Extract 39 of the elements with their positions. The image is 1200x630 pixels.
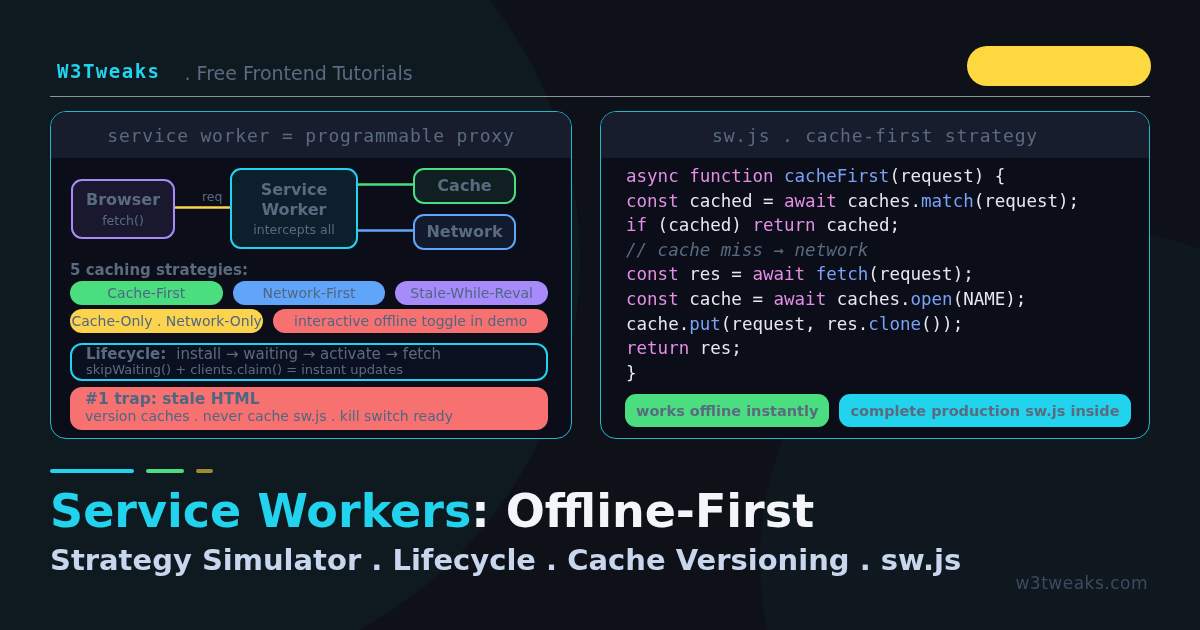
panel-title: service worker = programmable proxy bbox=[51, 112, 571, 158]
code-line: cache.put(request, res.clone()); bbox=[626, 312, 965, 336]
strategy-pill: interactive offline toggle in demo bbox=[273, 309, 548, 333]
lifecycle-note: skipWaiting() + clients.claim() = instant updates bbox=[86, 363, 404, 377]
code-line: // cache miss → network bbox=[626, 238, 870, 262]
trap-title: #1 trap: stale HTML bbox=[85, 390, 261, 408]
accent-bar bbox=[196, 469, 213, 473]
brand-name: W3Tweaks bbox=[57, 60, 161, 82]
strategy-pill: Cache-First bbox=[70, 281, 223, 305]
edge-label: req bbox=[202, 189, 223, 204]
code-line: const res = await fetch(request); bbox=[626, 263, 975, 287]
diagram-node: Browser fetch() bbox=[71, 179, 175, 239]
feature-tag: complete production sw.js inside bbox=[839, 394, 1131, 428]
diagram-node: Cache bbox=[413, 168, 516, 204]
panel-title: sw.js . cache-first strategy bbox=[601, 112, 1149, 158]
diagram-node: Network bbox=[413, 214, 516, 250]
feature-tag: works offline instantly bbox=[625, 394, 830, 428]
code-line: const cache = await caches.open(NAME); bbox=[626, 287, 1028, 311]
connector-line bbox=[358, 229, 413, 232]
diagram-node: Service Worker intercepts all bbox=[230, 168, 358, 249]
connector-line bbox=[175, 206, 230, 209]
code-line: async function cacheFirst(request) { bbox=[626, 165, 1007, 188]
page-title: Service Workers: Offline-First bbox=[50, 483, 816, 539]
page-subtitle: Strategy Simulator . Lifecycle . Cache Versioning . sw.js bbox=[50, 543, 963, 577]
lifecycle-label: Lifecycle: bbox=[86, 345, 167, 363]
code-line: if (cached) return cached; bbox=[626, 214, 901, 238]
lifecycle-steps: install → waiting → activate → fetch bbox=[176, 345, 441, 363]
site-url: w3tweaks.com bbox=[1015, 573, 1148, 593]
strategies-label: 5 caching strategies: bbox=[70, 261, 249, 279]
strategy-pill: Cache-Only . Network-Only bbox=[70, 309, 264, 333]
accent-bar bbox=[146, 469, 184, 473]
strategy-pill: Network-First bbox=[232, 281, 386, 305]
code-line: const cached = await caches.match(request); bbox=[626, 189, 1081, 213]
strategy-pill: Stale-While-Reval bbox=[395, 281, 548, 305]
brand-tagline: . Free Frontend Tutorials bbox=[184, 62, 413, 84]
connector-line bbox=[358, 183, 413, 186]
code-line: } bbox=[626, 361, 638, 385]
trap-note: version caches . never cache sw.js . kill switch ready bbox=[85, 408, 454, 425]
code-line: return res; bbox=[626, 337, 743, 361]
